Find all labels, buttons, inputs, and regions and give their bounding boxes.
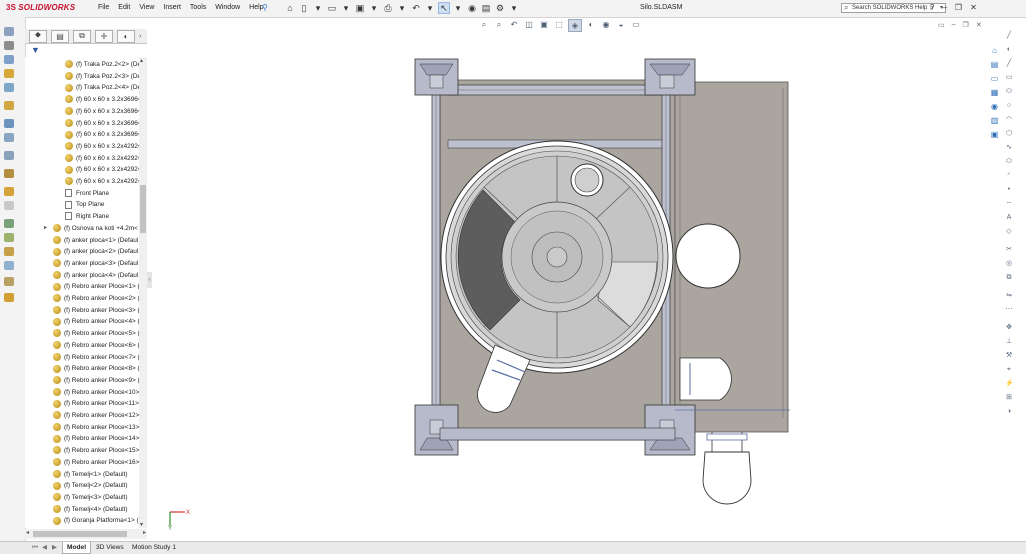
task-pane: ⌂ ▤ ▭ ▦ ◉ ▥ ▣ ╱ ◐ ╱ ▭ ⬭ ○ ◠ ⬡ ∿ ⬭ ◜ • ┄ … — [987, 32, 1026, 540]
quick-snaps-icon[interactable]: ⌖ — [1005, 366, 1013, 374]
trim-icon[interactable]: ✂ — [1005, 246, 1013, 254]
bottom-beam[interactable] — [439, 427, 676, 441]
circle-icon[interactable]: ○ — [1005, 102, 1013, 110]
ellipse-icon[interactable]: ⬭ — [1005, 158, 1013, 166]
move-entities-icon[interactable]: ✥ — [1005, 324, 1013, 332]
custom-properties-icon[interactable]: ▥ — [990, 116, 999, 125]
appearances-icon[interactable]: ◉ — [990, 102, 999, 111]
polygon-icon[interactable]: ⬡ — [1005, 130, 1013, 138]
plane-icon[interactable]: ◇ — [1005, 228, 1013, 236]
bottom-ladder-cage[interactable] — [702, 432, 752, 505]
file-explorer-icon[interactable]: ▭ — [990, 74, 999, 83]
anchor-plate-top-right[interactable] — [644, 58, 696, 96]
rapid-sketch-icon[interactable]: ⚡ — [1005, 380, 1014, 388]
slot-icon[interactable]: ⬭ — [1005, 88, 1013, 96]
tab-3d-views[interactable]: 3D Views — [92, 542, 128, 553]
design-library-icon[interactable]: ▤ — [990, 60, 999, 69]
triad-y-label: Y — [168, 526, 172, 532]
view-palette-icon[interactable]: ▦ — [990, 88, 999, 97]
tab-model[interactable]: Model — [62, 542, 92, 554]
graphics-area[interactable]: X Y — [0, 0, 1026, 553]
next-tab-icon[interactable]: ▶ — [48, 542, 61, 553]
mirror-entities-icon[interactable]: ⇋ — [1005, 292, 1013, 300]
text-icon[interactable]: A — [1005, 214, 1013, 222]
spline-icon[interactable]: ∿ — [1005, 144, 1013, 152]
silo-body[interactable] — [440, 140, 674, 374]
smart-dimension-icon[interactable]: ◐ — [1005, 46, 1013, 54]
coordinate-triad: X Y — [168, 510, 190, 532]
solidworks-resources-icon[interactable]: ⌂ — [990, 46, 999, 55]
point-icon[interactable]: • — [1005, 186, 1013, 194]
line-icon[interactable]: ╱ — [1005, 60, 1013, 68]
arc-icon[interactable]: ◠ — [1005, 116, 1013, 124]
tab-motion-study-1[interactable]: Motion Study 1 — [128, 542, 180, 553]
triad-x-label: X — [186, 510, 190, 516]
instant2d-icon[interactable]: ⊞ — [1005, 394, 1013, 402]
side-opening[interactable] — [675, 223, 741, 289]
display-relations-icon[interactable]: ⊥ — [1005, 338, 1013, 346]
rectangle-icon[interactable]: ▭ — [1005, 74, 1013, 82]
offset-entities-icon[interactable]: ⧉ — [1005, 274, 1013, 282]
convert-entities-icon[interactable]: ◎ — [1005, 260, 1013, 268]
linear-sketch-pattern-icon[interactable]: ⋯ — [1005, 306, 1013, 314]
fillet-icon[interactable]: ◜ — [1005, 172, 1013, 180]
centerline-icon[interactable]: ┄ — [1005, 200, 1013, 208]
repair-sketch-icon[interactable]: ⚒ — [1005, 352, 1013, 360]
anchor-plate-top-left[interactable] — [414, 58, 459, 96]
solidworks-forum-icon[interactable]: ▣ — [990, 130, 999, 139]
bottom-tab-bar: ⏮ ◀ ▶ Model 3D Views Motion Study 1 — [0, 541, 1026, 554]
shaded-contours-icon[interactable]: ◑ — [1005, 408, 1013, 416]
sketch-icon[interactable]: ╱ — [1005, 32, 1013, 40]
